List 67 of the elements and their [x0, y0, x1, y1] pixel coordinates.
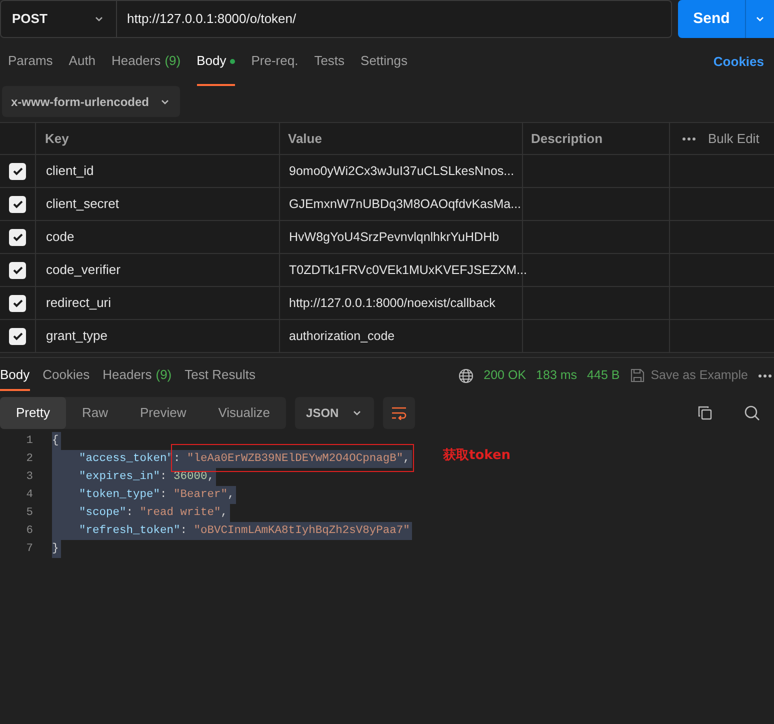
checkmark-icon — [12, 330, 24, 342]
table-cell: redirect_uri — [36, 287, 280, 319]
checkmark-icon — [12, 231, 24, 243]
row-checkbox[interactable] — [9, 162, 26, 180]
column-header: Description — [523, 123, 670, 154]
request-tab[interactable]: Headers (9) — [112, 38, 181, 86]
request-tab[interactable]: Settings — [360, 38, 408, 86]
wrap-icon — [390, 406, 407, 420]
globe-icon — [458, 368, 474, 384]
wrap-lines-button[interactable] — [382, 396, 415, 428]
table-cell: code — [36, 221, 280, 253]
line-number: 6 — [26, 524, 33, 539]
row-checkbox[interactable] — [9, 294, 26, 312]
body-type-select[interactable]: x-www-form-urlencoded — [2, 86, 180, 117]
search-icon[interactable] — [744, 404, 760, 420]
cookies-link[interactable]: Cookies — [713, 52, 766, 72]
url-field[interactable]: http://127.0.0.1:8000/o/token/ — [117, 0, 672, 38]
save-as-example-button[interactable]: Save as Example — [630, 366, 748, 385]
line-number: 3 — [26, 470, 33, 485]
checkmark-icon — [12, 264, 24, 276]
row-checkbox[interactable] — [9, 328, 26, 344]
format-select[interactable]: JSON — [295, 396, 374, 428]
copy-icon[interactable] — [697, 404, 713, 420]
table-cell: HvW8gYoU4SrzPevnvlqnlhkrYuHDHb — [280, 221, 523, 253]
response-tab[interactable]: Headers (9) — [102, 360, 172, 390]
response-tab[interactable]: Test Results — [184, 360, 256, 390]
column-header: Value — [280, 123, 523, 154]
table-cell: grant_type — [36, 320, 280, 352]
row-checkbox[interactable] — [9, 196, 26, 212]
response-tab[interactable]: Cookies — [42, 360, 90, 390]
view-tab[interactable]: Preview — [124, 396, 202, 428]
response-size: 445 B — [587, 367, 620, 384]
checkmark-icon — [12, 198, 24, 210]
line-number: 1 — [26, 434, 33, 449]
table-cell: GJEmxnW7nUBDq3M8OAOqfdvKasMa... — [280, 188, 523, 220]
checkmark-icon — [12, 297, 24, 309]
request-tab[interactable]: Body — [196, 38, 236, 86]
line-number: 5 — [26, 506, 33, 521]
more-icon[interactable] — [758, 374, 772, 378]
view-tab[interactable]: Visualize — [202, 396, 286, 428]
more-icon[interactable] — [682, 136, 696, 140]
row-checkbox[interactable] — [9, 228, 26, 246]
line-number: 4 — [26, 488, 33, 503]
table-cell: client_id — [36, 155, 280, 187]
row-checkbox[interactable] — [9, 262, 26, 278]
table-cell: client_secret — [36, 188, 280, 220]
request-tab[interactable]: Tests — [314, 38, 345, 86]
annotation-label: 获取token — [443, 447, 511, 465]
request-tab[interactable]: Pre-req. — [251, 38, 298, 86]
view-tab[interactable]: Raw — [66, 396, 124, 428]
bulk-edit-button[interactable]: Bulk Edit — [708, 128, 760, 148]
response-time: 183 ms — [536, 367, 578, 384]
request-tab[interactable]: Auth — [68, 38, 96, 86]
checkmark-icon — [12, 165, 24, 177]
view-tab[interactable]: Pretty — [0, 396, 66, 428]
table-cell: 9omo0yWi2Cx3wJuI37uCLSLkesNnos... — [280, 155, 523, 187]
table-cell: code_verifier — [36, 254, 280, 286]
request-tab[interactable]: Params — [8, 38, 53, 86]
line-number: 2 — [26, 452, 33, 467]
method-select[interactable]: POST — [0, 0, 117, 38]
save-icon — [630, 368, 645, 383]
column-header: Key — [36, 123, 280, 154]
table-cell: authorization_code — [280, 320, 523, 352]
line-number: 7 — [26, 542, 33, 557]
table-cell: http://127.0.0.1:8000/noexist/callback — [280, 287, 523, 319]
status-code: 200 OK — [484, 367, 526, 384]
response-tab[interactable]: Body — [0, 360, 30, 390]
